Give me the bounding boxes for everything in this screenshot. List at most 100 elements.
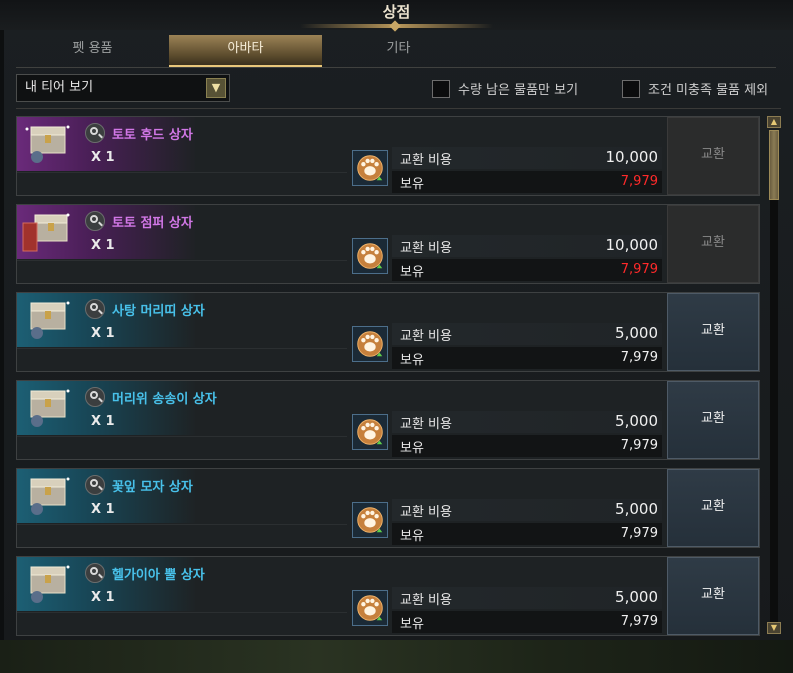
cost-value: 5,000 (615, 412, 658, 430)
item-name: 토토 후드 상자 (112, 128, 193, 143)
exclude-unmet-checkbox[interactable]: 조건 미충족 물품 제외 (622, 79, 768, 99)
exchange-button[interactable]: 교환 (667, 205, 759, 283)
owned-label: 보유 (400, 177, 424, 192)
tier-filter-dropdown[interactable]: 내 티어 보기 ▼ (16, 74, 230, 102)
owned-row: 보유 7,979 (392, 347, 662, 369)
divider (17, 348, 347, 349)
search-icon[interactable] (85, 387, 105, 407)
scrollbar[interactable]: ▲ ▼ (767, 116, 781, 636)
cost-row: 교환 비용 5,000 (392, 499, 662, 521)
tab-pet-supplies[interactable]: 펫 용품 (16, 35, 169, 67)
owned-label: 보유 (400, 529, 424, 544)
scroll-thumb[interactable] (769, 130, 779, 200)
scroll-down-arrow-icon[interactable]: ▼ (767, 622, 781, 634)
scroll-up-arrow-icon[interactable]: ▲ (767, 116, 781, 128)
item-quantity: X 1 (91, 150, 115, 165)
owned-label: 보유 (400, 617, 424, 632)
owned-label: 보유 (400, 441, 424, 456)
chest-icon[interactable] (21, 209, 75, 255)
owned-row: 보유 7,979 (392, 171, 662, 193)
divider (17, 612, 347, 613)
cost-value: 10,000 (605, 148, 659, 166)
item-quantity: X 1 (91, 590, 115, 605)
owned-value: 7,979 (620, 438, 658, 453)
list-item: 토토 후드 상자 X 1 교환 비용 10,000 보유 7,979 교환 (16, 116, 760, 196)
search-icon[interactable] (85, 475, 105, 495)
tab-avatar[interactable]: 아바타 (169, 35, 322, 67)
owned-row: 보유 7,979 (392, 523, 662, 545)
item-name: 토토 점퍼 상자 (112, 216, 193, 231)
remaining-only-label: 수량 남은 물품만 보기 (458, 83, 579, 98)
item-list: 토토 후드 상자 X 1 교환 비용 10,000 보유 7,979 교환 토토… (16, 116, 762, 640)
paw-currency-icon (352, 590, 388, 626)
cost-box: 교환 비용 5,000 보유 7,979 (392, 323, 662, 371)
background-decoration (0, 640, 793, 673)
checkbox-box[interactable] (622, 79, 640, 98)
owned-row: 보유 7,979 (392, 611, 662, 633)
cost-box: 교환 비용 10,000 보유 7,979 (392, 235, 662, 283)
search-icon[interactable] (85, 299, 105, 319)
cost-value: 5,000 (615, 500, 658, 518)
search-icon[interactable] (85, 563, 105, 583)
category-tabs: 펫 용품 아바타 기타 (16, 35, 776, 68)
item-name: 헬가이아 뿔 상자 (112, 568, 205, 583)
cost-box: 교환 비용 5,000 보유 7,979 (392, 411, 662, 459)
cost-label: 교환 비용 (400, 329, 452, 344)
window-title: 상점 (382, 3, 411, 21)
cost-box: 교환 비용 5,000 보유 7,979 (392, 499, 662, 547)
chest-icon[interactable] (21, 385, 75, 431)
cost-value: 5,000 (615, 324, 658, 342)
divider (16, 108, 781, 109)
chest-icon[interactable] (21, 297, 75, 343)
cost-label: 교환 비용 (400, 241, 452, 256)
item-name: 머리위 송송이 상자 (112, 392, 217, 407)
cost-row: 교환 비용 5,000 (392, 411, 662, 433)
divider (17, 436, 347, 437)
checkbox-box[interactable] (432, 79, 450, 98)
paw-currency-icon (352, 414, 388, 450)
paw-currency-icon (352, 150, 388, 186)
cost-value: 10,000 (605, 236, 659, 254)
exchange-button[interactable]: 교환 (667, 557, 759, 635)
cost-label: 교환 비용 (400, 153, 452, 168)
item-quantity: X 1 (91, 238, 115, 253)
item-quantity: X 1 (91, 414, 115, 429)
owned-value: 7,979 (620, 526, 658, 541)
chest-icon[interactable] (21, 121, 75, 167)
tab-other[interactable]: 기타 (322, 35, 475, 67)
cost-row: 교환 비용 5,000 (392, 587, 662, 609)
list-item: 사탕 머리띠 상자 X 1 교환 비용 5,000 보유 7,979 교환 (16, 292, 760, 372)
remaining-only-checkbox[interactable]: 수량 남은 물품만 보기 (432, 79, 578, 99)
divider (17, 524, 347, 525)
scroll-track[interactable] (770, 130, 778, 622)
chevron-down-icon[interactable]: ▼ (206, 78, 226, 98)
exchange-button[interactable]: 교환 (667, 117, 759, 195)
exchange-button[interactable]: 교환 (667, 469, 759, 547)
paw-currency-icon (352, 238, 388, 274)
cost-box: 교환 비용 10,000 보유 7,979 (392, 147, 662, 195)
cost-row: 교환 비용 5,000 (392, 323, 662, 345)
owned-value: 7,979 (620, 350, 658, 365)
search-icon[interactable] (85, 211, 105, 231)
chest-icon[interactable] (21, 561, 75, 607)
owned-row: 보유 7,979 (392, 259, 662, 281)
search-icon[interactable] (85, 123, 105, 143)
cost-label: 교환 비용 (400, 505, 452, 520)
list-item: 꽃잎 모자 상자 X 1 교환 비용 5,000 보유 7,979 교환 (16, 468, 760, 548)
cost-box: 교환 비용 5,000 보유 7,979 (392, 587, 662, 635)
cost-value: 5,000 (615, 588, 658, 606)
paw-currency-icon (352, 502, 388, 538)
tier-filter-value: 내 티어 보기 (25, 80, 94, 95)
cost-label: 교환 비용 (400, 417, 452, 432)
owned-value: 7,979 (620, 614, 658, 629)
chest-icon[interactable] (21, 473, 75, 519)
item-name: 사탕 머리띠 상자 (112, 304, 205, 319)
owned-row: 보유 7,979 (392, 435, 662, 457)
exchange-button[interactable]: 교환 (667, 381, 759, 459)
owned-value: 7,979 (620, 174, 658, 189)
cost-label: 교환 비용 (400, 593, 452, 608)
exchange-button[interactable]: 교환 (667, 293, 759, 371)
divider (17, 172, 347, 173)
item-quantity: X 1 (91, 326, 115, 341)
owned-label: 보유 (400, 265, 424, 280)
